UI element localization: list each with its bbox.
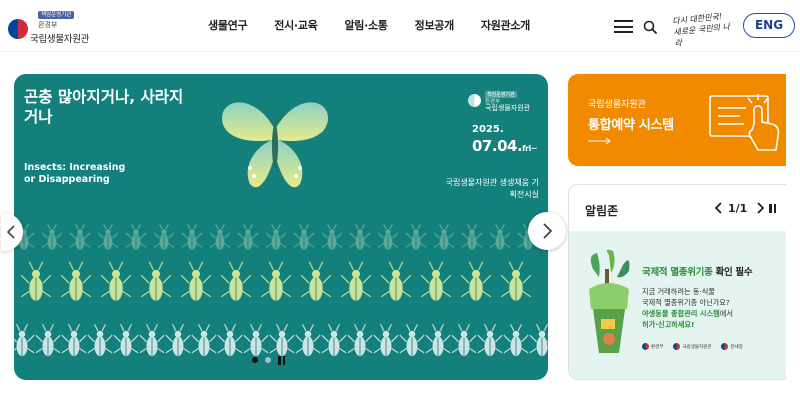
government-slogan: 다시 대한민국! 새로운 국민의 나라 [671,11,731,48]
hero-date: 07.04.fri~ [472,137,538,155]
government-emblem-icon [8,19,28,39]
nav-item-research[interactable]: 생물연구 [208,17,248,33]
footer-org-customs: 관세청 [721,343,743,350]
notice-heading-highlight: 국제적 멸종위기종 [642,267,713,278]
reservation-title: 통합예약 시스템 [588,118,674,133]
arrow-right-icon [588,137,611,145]
main-nav: 생물연구 전시·교육 알림·소통 정보공개 자원관소개 [208,17,557,33]
hamburger-menu-icon[interactable] [614,20,633,33]
notice-banner[interactable]: 국제적 멸종위기종 확인 필수 지금 거래하려는 동·식물 국제적 멸종위기종 … [569,231,786,379]
logo-name: 국립생물자원관 [30,34,90,45]
notice-line-3-rest: 에서 [719,309,733,318]
notice-pagination: 1/1 [728,202,748,215]
government-emblem-icon [468,94,481,107]
slide-prev-button[interactable] [1,213,23,251]
notice-text: 지금 거래하려는 동·식물 국제적 멸종위기종 아닌가요? 야생동물 종합관리 … [642,286,782,330]
chevron-left-icon[interactable] [714,202,724,214]
slide-indicators [252,354,322,366]
chevron-left-icon [6,225,15,239]
nav-item-news[interactable]: 알림·소통 [344,17,387,33]
footer-org-label: 국립생물자원관 [682,344,712,350]
logo-ministry: 환경부 [38,21,58,29]
english-button[interactable]: ENG [743,13,795,38]
logo-badge: 책임운영기관 [38,11,75,19]
notice-line-2: 국제적 멸종위기종 아닌가요? [642,298,730,307]
notice-heading-rest: 확인 필수 [712,267,753,278]
footer-org-ministry: 환경부 [642,343,663,350]
slide-dot-1[interactable] [252,357,258,363]
pause-icon[interactable] [769,204,777,213]
nav-item-exhibition[interactable]: 전시·교육 [274,17,317,33]
chevron-right-icon [543,223,553,239]
hero-banner[interactable]: 곤충 많아지거나, 사라지거나 Insects: Increasing or D… [14,74,548,380]
notice-footer-logos: 환경부 국립생물자원관 관세청 [642,343,743,350]
government-emblem-icon [642,343,649,350]
hero-org-logo: 책임운영기관 환경부 국립생물자원관 [468,91,538,112]
nav-item-about[interactable]: 자원관소개 [481,17,530,33]
hero-subtitle: Insects: Increasing or Disappearing [24,162,126,185]
footer-org-label: 관세청 [730,344,743,350]
notice-header: 알림존 1/1 [569,185,786,231]
footer-org-nibr: 국립생물자원관 [673,343,711,350]
hero-org-name: 국립생물자원관 [485,104,531,112]
reservation-subtitle: 국립생물자원관 [588,100,646,110]
butterfly-illustration [222,102,328,188]
reservation-system-card[interactable]: 국립생물자원관 통합예약 시스템 [568,74,786,166]
slide-pause-icon[interactable] [278,355,286,365]
chevron-right-icon[interactable] [755,202,765,214]
nav-item-disclosure[interactable]: 정보공개 [415,17,455,33]
hero-title: 곤충 많아지거나, 사라지거나 [24,88,184,126]
government-emblem-icon [721,343,729,350]
government-emblem-icon [673,343,681,350]
notice-line-1: 지금 거래하려는 동·식물 [642,287,715,296]
potted-plant-illustration [589,249,630,353]
hero-venue: 국립생물자원관 생생채움 기획전시실 [445,178,539,199]
site-header: 책임운영기관 환경부 국립생물자원관 생물연구 전시·교육 알림·소통 정보공개… [0,0,800,52]
hero-weekday: fri~ [522,144,538,153]
notice-zone: 알림존 1/1 국제적 멸종위기종 확인 필수 지금 거래하려는 동·식물 국제… [568,184,786,380]
slide-next-button[interactable] [528,212,566,250]
notice-line-3-highlight: 야생동물 종합관리 시스템 [642,309,720,318]
site-logo[interactable]: 책임운영기관 환경부 국립생물자원관 [8,11,118,45]
slide-dot-2[interactable] [265,357,271,363]
notice-title: 알림존 [585,204,619,218]
notice-line-4: 허가·신고하세요! [642,320,695,329]
search-icon[interactable] [643,20,657,34]
hero-date-value: 07.04. [472,137,523,155]
monitor-click-icon [709,94,780,151]
notice-heading: 국제적 멸종위기종 확인 필수 [642,264,753,278]
notice-line-3: 야생동물 종합관리 시스템에서 [642,308,782,319]
hero-year: 2025. [472,124,504,135]
footer-org-label: 환경부 [651,344,664,350]
